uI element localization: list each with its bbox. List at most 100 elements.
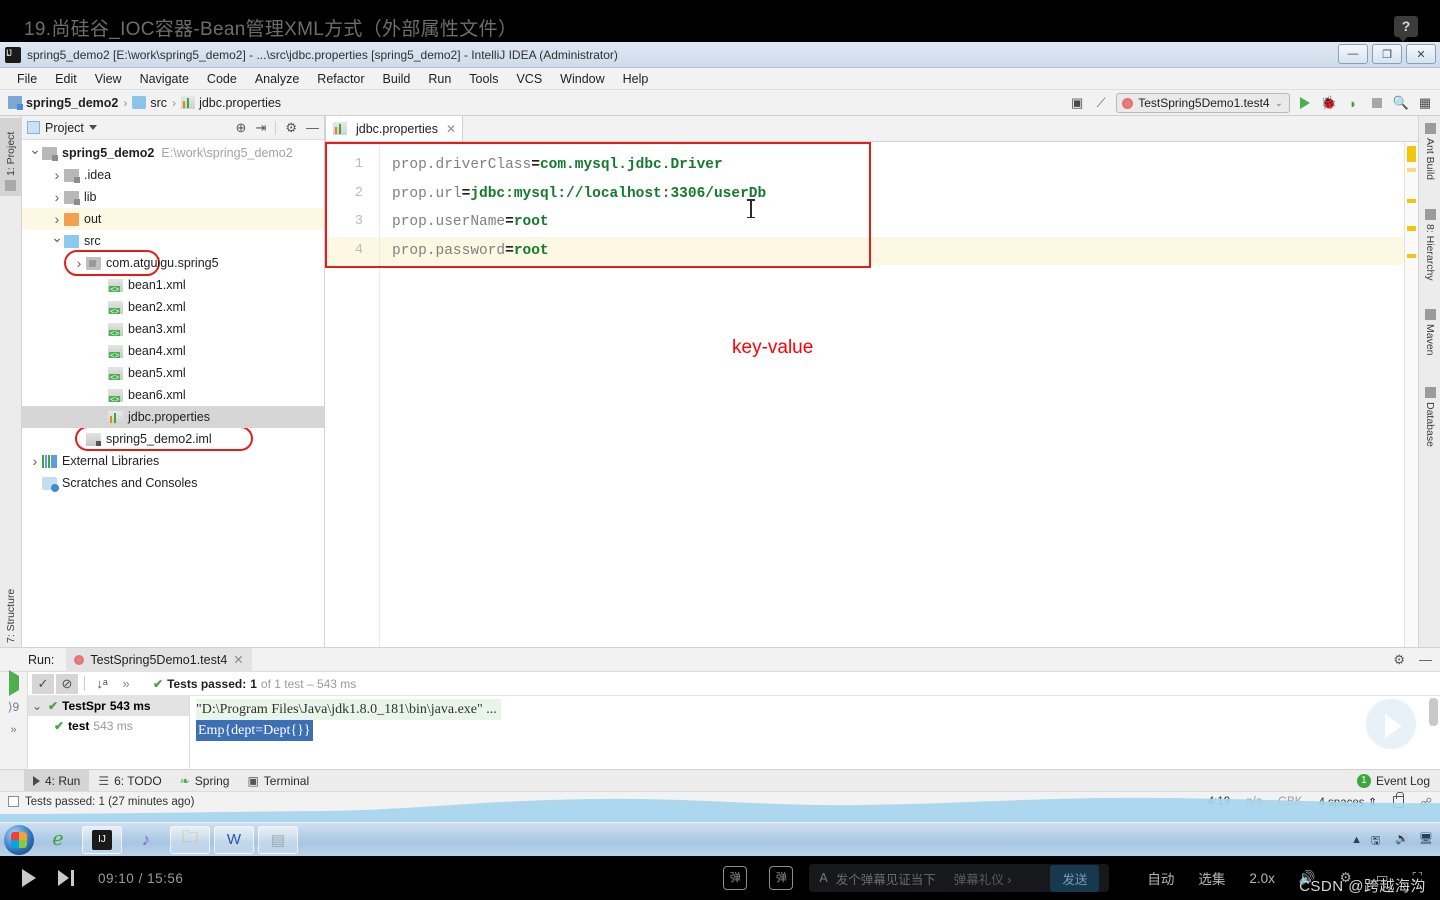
- chevron-down-icon[interactable]: [50, 233, 64, 250]
- editor-gutter[interactable]: 1 2 3 4: [325, 142, 380, 647]
- taskbar-notepad-icon[interactable]: ▤: [258, 825, 298, 854]
- menu-view[interactable]: View: [86, 70, 131, 88]
- tree-item-bean5-xml[interactable]: bean5.xml: [22, 362, 324, 384]
- test-tree-item[interactable]: ✔ test 543 ms: [28, 716, 189, 736]
- tree-item-idea[interactable]: .idea: [22, 164, 324, 186]
- file-encoding[interactable]: GBK: [1278, 796, 1302, 808]
- tree-item-bean1-xml[interactable]: bean1.xml: [22, 274, 324, 296]
- menu-navigate[interactable]: Navigate: [131, 70, 198, 88]
- code-line[interactable]: prop.password=root: [380, 236, 1404, 265]
- run-configuration-selector[interactable]: TestSpring5Demo1.test4 ⌄: [1116, 93, 1290, 113]
- tray-volume-icon[interactable]: 🔊: [1395, 832, 1410, 848]
- gear-icon[interactable]: ⚙: [285, 120, 297, 136]
- menu-build[interactable]: Build: [374, 70, 420, 88]
- danmu-input[interactable]: A 发个弹幕见证当下 弹幕礼仪 › 发送: [809, 864, 1110, 892]
- chevron-down-icon[interactable]: [28, 145, 42, 162]
- menu-file[interactable]: File: [8, 70, 46, 88]
- show-passed-button[interactable]: ✓: [32, 673, 54, 694]
- menu-tools[interactable]: Tools: [460, 70, 507, 88]
- tab-terminal[interactable]: ▣ Terminal: [238, 770, 318, 792]
- danmu-off-icon[interactable]: 弹: [723, 866, 748, 890]
- sidebar-item-maven[interactable]: Maven: [1419, 304, 1440, 370]
- gear-icon[interactable]: ⚙: [1393, 652, 1405, 668]
- close-icon[interactable]: ✕: [446, 122, 456, 136]
- test-tree-item[interactable]: ⌄ ✔ TestSpr 543 ms: [28, 696, 189, 716]
- playback-speed-button[interactable]: 2.0x: [1249, 871, 1275, 886]
- taskbar-intellij-icon[interactable]: IJ: [82, 825, 122, 854]
- event-log-button[interactable]: 1 Event Log: [1356, 773, 1430, 788]
- build-hammer-icon[interactable]: ⟋: [1092, 94, 1110, 112]
- tree-item-bean3-xml[interactable]: bean3.xml: [22, 318, 324, 340]
- tree-item-scratches-and-consoles[interactable]: Scratches and Consoles: [22, 472, 324, 494]
- menu-run[interactable]: Run: [419, 70, 460, 88]
- expand-more-icon[interactable]: »: [115, 674, 137, 694]
- console-scrollbar[interactable]: [1429, 698, 1438, 767]
- console-command-line[interactable]: "D:\Program Files\Java\jdk1.8.0_181\bin\…: [196, 699, 501, 720]
- restore-button[interactable]: ❐: [1372, 44, 1402, 64]
- danmu-send-button[interactable]: 发送: [1050, 864, 1100, 892]
- locate-target-icon[interactable]: ⊕: [236, 120, 247, 136]
- run-button[interactable]: [1296, 94, 1314, 112]
- editor-error-stripe[interactable]: [1404, 142, 1418, 647]
- tree-item-external-libraries[interactable]: External Libraries: [22, 450, 324, 472]
- chevron-right-icon[interactable]: [28, 453, 42, 469]
- tree-item-com-atguigu-spring5[interactable]: com.atguigu.spring5: [22, 252, 324, 274]
- tree-item-bean2-xml[interactable]: bean2.xml: [22, 296, 324, 318]
- tree-item-bean6-xml[interactable]: bean6.xml: [22, 384, 324, 406]
- debugger-icon[interactable]: ⟩9: [8, 700, 19, 714]
- close-button[interactable]: ✕: [1406, 44, 1436, 64]
- tray-usb-icon[interactable]: 🖫: [1371, 832, 1386, 848]
- start-button-icon[interactable]: [4, 824, 34, 855]
- caret-position[interactable]: 4:19: [1208, 796, 1230, 808]
- breadcrumb-folder[interactable]: src: [132, 96, 167, 110]
- chevron-down-icon[interactable]: [88, 125, 97, 130]
- breadcrumb-file[interactable]: jdbc.properties: [181, 96, 281, 110]
- line-separator[interactable]: n/a: [1246, 796, 1262, 808]
- menu-edit[interactable]: Edit: [46, 70, 86, 88]
- collapse-all-icon[interactable]: ⇥: [255, 120, 266, 136]
- sidebar-item-ant-build[interactable]: Ant Build: [1419, 118, 1440, 190]
- taskbar-ie-icon[interactable]: ℯ: [38, 826, 78, 854]
- tree-item-jdbc-properties[interactable]: jdbc.properties: [22, 406, 324, 428]
- run-with-coverage-button[interactable]: ◗: [1344, 94, 1362, 112]
- editor-tab-jdbc-properties[interactable]: jdbc.properties ✕: [325, 115, 464, 141]
- stop-button[interactable]: [1368, 94, 1386, 112]
- lock-icon[interactable]: [1393, 791, 1405, 808]
- menu-help[interactable]: Help: [614, 70, 658, 88]
- tree-item-src[interactable]: src: [22, 230, 324, 252]
- console-output-line[interactable]: Emp{dept=Dept{}}: [196, 720, 313, 741]
- chevron-right-icon[interactable]: [50, 189, 64, 205]
- tree-item-out[interactable]: out: [22, 208, 324, 230]
- show-ignored-button[interactable]: ⊘: [56, 673, 78, 694]
- taskbar-explorer-icon[interactable]: 🗀: [170, 825, 210, 854]
- rerun-button[interactable]: [8, 670, 19, 696]
- sidebar-item-database[interactable]: Database: [1419, 382, 1440, 462]
- test-results-tree[interactable]: ⌄ ✔ TestSpr 543 ms ✔ test 543 ms: [28, 696, 190, 769]
- tree-item-bean4-xml[interactable]: bean4.xml: [22, 340, 324, 362]
- chevron-right-icon[interactable]: [50, 211, 64, 227]
- sort-alphabetically-button[interactable]: ↓ᵃ: [91, 674, 113, 694]
- code-line[interactable]: prop.driverClass=com.mysql.jdbc.Driver: [380, 151, 1404, 180]
- tab-todo[interactable]: ☰ 6: TODO: [89, 770, 170, 792]
- run-panel-tab[interactable]: TestSpring5Demo1.test4 ✕: [66, 647, 252, 672]
- tree-item-spring5-demo2-iml[interactable]: spring5_demo2.iml: [22, 428, 324, 450]
- close-icon[interactable]: ✕: [233, 652, 243, 667]
- project-widget-icon[interactable]: ▣: [1068, 94, 1086, 112]
- play-icon[interactable]: [22, 869, 36, 887]
- code-line[interactable]: prop.url=jdbc:mysql://localhost:3306/use…: [380, 180, 1404, 209]
- menu-vcs[interactable]: VCS: [507, 70, 551, 88]
- menu-code[interactable]: Code: [198, 70, 246, 88]
- danmu-etiquette-link[interactable]: 弹幕礼仪 ›: [954, 869, 1012, 888]
- notifications-icon[interactable]: ☍: [1420, 795, 1432, 809]
- sidebar-item-hierarchy[interactable]: 8: Hierarchy: [1419, 204, 1440, 292]
- tree-item-lib[interactable]: lib: [22, 186, 324, 208]
- console-output[interactable]: "D:\Program Files\Java\jdk1.8.0_181\bin\…: [190, 696, 1440, 769]
- expand-more-icon[interactable]: »: [10, 724, 16, 736]
- tree-item-spring5-demo2[interactable]: spring5_demo2 E:\work\spring5_demo2: [22, 142, 324, 164]
- tray-network-icon[interactable]: 🖥: [1419, 832, 1434, 848]
- debug-button[interactable]: 🐞: [1320, 94, 1338, 112]
- hide-panel-icon[interactable]: —: [306, 120, 319, 135]
- project-tree[interactable]: spring5_demo2 E:\work\spring5_demo2 .idea l…: [22, 140, 324, 647]
- tab-spring[interactable]: ❧ Spring: [171, 770, 239, 792]
- danmu-settings-icon[interactable]: 弹: [769, 866, 794, 890]
